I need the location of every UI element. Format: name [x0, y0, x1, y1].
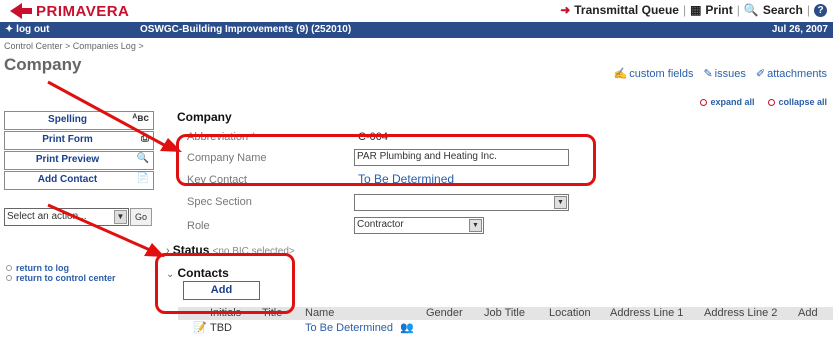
annotation-arrows: [47, 80, 182, 257]
